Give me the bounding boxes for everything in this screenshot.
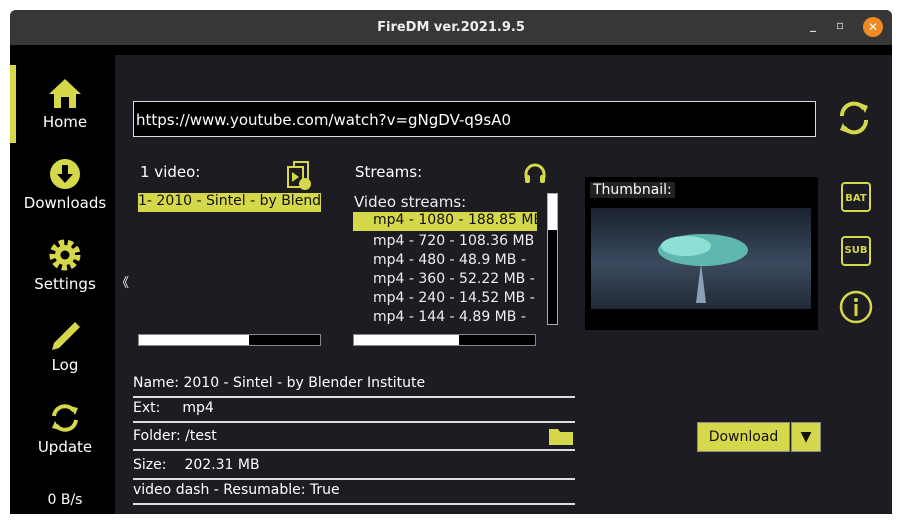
stream-item[interactable]: mp4 - 240 - 14.52 MB - <box>373 290 538 306</box>
thumbnail-panel: Thumbnail: <box>585 177 818 330</box>
info-folder: Folder: /test <box>133 426 575 451</box>
sidebar: Home Downloads Settings Log Update 0 B/s <box>10 45 115 514</box>
stream-item[interactable]: mp4 - 480 - 48.9 MB - <box>373 252 538 268</box>
thumbnail-label: Thumbnail: <box>590 182 675 198</box>
size-label: Size: <box>133 457 167 473</box>
window-title: FireDM ver.2021.9.5 <box>377 20 525 35</box>
sidebar-item-label: Log <box>51 356 79 374</box>
info-type: video dash - Resumable: True <box>133 480 575 505</box>
collapse-sidebar-button[interactable]: 《 <box>116 272 129 291</box>
sidebar-item-settings[interactable]: Settings <box>10 239 120 293</box>
playlist-item[interactable]: 1- 2010 - Sintel - by Blender Institute <box>138 193 321 212</box>
url-input[interactable]: https://www.youtube.com/watch?v=gNgDV-q9… <box>133 101 816 137</box>
close-button[interactable]: ✕ <box>863 17 883 37</box>
home-icon <box>49 79 81 108</box>
sidebar-item-update[interactable]: Update <box>10 402 120 456</box>
info-size: Size: 202.31 MB <box>133 455 575 480</box>
sidebar-item-label: Home <box>42 113 88 131</box>
info-ext: Ext: mp4 <box>133 398 575 423</box>
subtitles-button[interactable]: SUB <box>841 236 871 266</box>
stream-item[interactable]: mp4 - 144 - 4.89 MB - <box>373 309 538 325</box>
sidebar-item-downloads[interactable]: Downloads <box>10 158 120 212</box>
info-name: Name: 2010 - Sintel - by Blender Institu… <box>133 373 575 398</box>
maximize-button[interactable]: ▫ <box>836 18 844 32</box>
thumbnail-image <box>591 208 811 309</box>
stream-group-label: Video streams: <box>354 193 467 211</box>
stream-item[interactable]: mp4 - 1080 - 188.85 MB <box>353 212 537 231</box>
download-options-button[interactable]: ▼ <box>791 422 821 452</box>
streams-progress <box>353 334 536 346</box>
title-bar: FireDM ver.2021.9.5 _ ▫ ✕ <box>10 10 892 45</box>
speed-readout: 0 B/s <box>47 492 83 508</box>
ext-value: mp4 <box>182 400 214 416</box>
pencil-icon <box>52 322 80 350</box>
info-icon[interactable] <box>839 290 873 324</box>
audio-headphones-icon[interactable] <box>523 162 547 184</box>
bat-button[interactable]: BAT <box>841 182 871 212</box>
sidebar-item-label: Update <box>37 438 93 456</box>
refresh-icon <box>52 404 78 432</box>
stream-item[interactable]: mp4 - 360 - 52.22 MB - <box>373 271 538 287</box>
playlist-download-icon[interactable] <box>286 161 312 191</box>
sidebar-item-label: Downloads <box>23 194 107 212</box>
size-value: 202.31 MB <box>184 457 260 473</box>
sidebar-item-log[interactable]: Log <box>10 320 120 374</box>
minimize-button[interactable]: _ <box>810 18 816 32</box>
playlist-label: 1 video: <box>140 163 201 181</box>
playlist-progress <box>138 334 321 346</box>
sidebar-item-label: Settings <box>34 275 96 293</box>
sidebar-item-home[interactable]: Home <box>10 77 120 131</box>
folder-icon[interactable] <box>548 426 574 446</box>
download-icon <box>50 159 80 189</box>
download-button[interactable]: Download <box>697 422 790 452</box>
streams-scrollbar[interactable] <box>547 193 558 325</box>
gear-icon <box>49 239 81 271</box>
ext-label: Ext: <box>133 400 161 416</box>
streams-label: Streams: <box>355 163 423 181</box>
stream-item[interactable]: mp4 - 720 - 108.36 MB <box>373 233 538 249</box>
refresh-url-icon[interactable] <box>836 100 872 136</box>
